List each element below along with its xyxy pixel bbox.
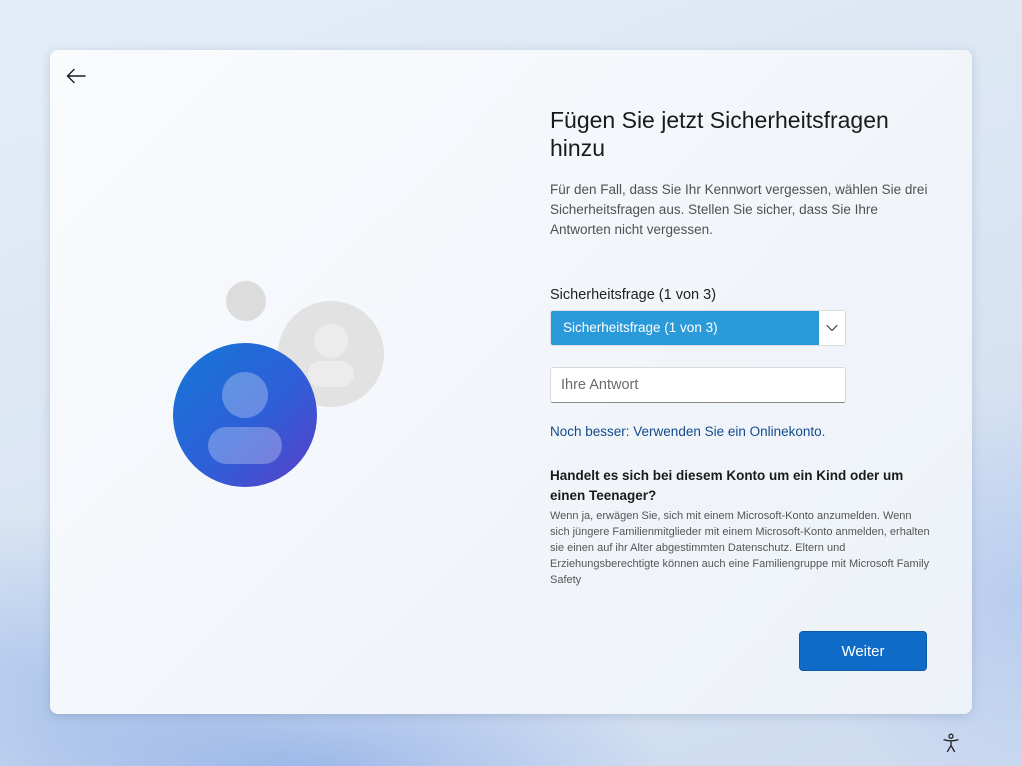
child-account-heading: Handelt es sich bei diesem Konto um ein … bbox=[550, 468, 904, 503]
page-description: Für den Fall, dass Sie Ihr Kennwort verg… bbox=[550, 182, 928, 237]
setup-dialog: Fügen Sie jetzt Sicherheitsfragen hinzu … bbox=[50, 50, 972, 714]
security-question-dropdown[interactable]: Sicherheitsfrage (1 von 3) bbox=[550, 310, 846, 346]
gray-avatar-body bbox=[308, 361, 354, 387]
accessibility-icon bbox=[943, 733, 959, 753]
chevron-down-icon bbox=[826, 324, 838, 332]
blue-avatar-head bbox=[222, 372, 268, 418]
page-title: Fügen Sie jetzt Sicherheitsfragen hinzu bbox=[550, 107, 889, 161]
security-question-selected: Sicherheitsfrage (1 von 3) bbox=[551, 311, 819, 345]
dropdown-arrow bbox=[819, 311, 845, 345]
online-account-link[interactable]: Noch besser: Verwenden Sie ein Onlinekon… bbox=[550, 424, 930, 439]
blue-avatar-body bbox=[208, 427, 282, 464]
form-panel: Fügen Sie jetzt Sicherheitsfragen hinzu … bbox=[550, 106, 930, 588]
child-account-info: Wenn ja, erwägen Sie, sich mit einem Mic… bbox=[550, 510, 930, 586]
accessibility-button[interactable] bbox=[940, 731, 962, 755]
small-gray-circle bbox=[226, 281, 266, 321]
users-illustration bbox=[173, 281, 384, 487]
next-button[interactable]: Weiter bbox=[799, 631, 927, 671]
security-question-label: Sicherheitsfrage (1 von 3) bbox=[550, 287, 717, 303]
gray-avatar-head bbox=[314, 324, 348, 358]
answer-input[interactable] bbox=[550, 367, 846, 403]
